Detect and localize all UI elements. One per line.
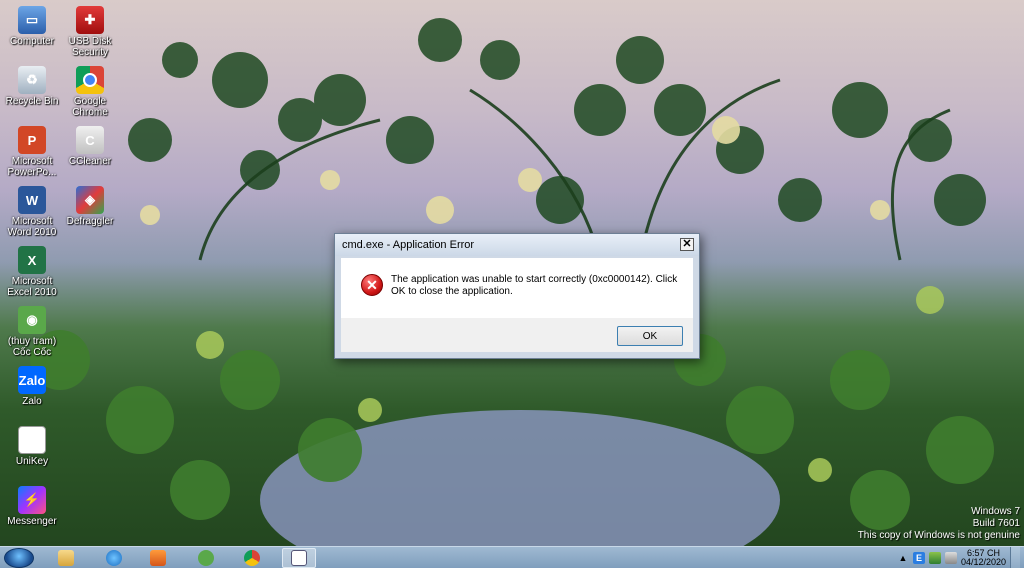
language-indicator[interactable]: E xyxy=(912,552,925,564)
desktop-icon-label: Microsoft Word 2010 xyxy=(7,216,57,238)
desktop-icon-word[interactable]: W Microsoft Word 2010 xyxy=(0,186,64,238)
media-player-icon xyxy=(150,550,166,566)
unikey-icon: U I N xyxy=(18,425,46,455)
desktop-icon-excel[interactable]: X Microsoft Excel 2010 xyxy=(0,246,64,298)
application-error-dialog: cmd.exe - Application Error ✕ ✕ The appl… xyxy=(334,233,700,359)
messenger-icon: ⚡ xyxy=(18,486,46,514)
watermark-line: Build 7601 xyxy=(972,518,1020,529)
desktop-icon-label: USB Disk Security xyxy=(68,36,112,58)
desktop-icon-defraggler[interactable]: ◈ Defraggler xyxy=(58,186,122,227)
taskbar-chrome[interactable] xyxy=(238,548,266,568)
desktop-icon-label: Microsoft PowerPo... xyxy=(7,156,57,178)
volume-icon[interactable] xyxy=(944,552,957,564)
desktop-icon-coccoc[interactable]: ◉ (thuy tram) Cốc Cốc xyxy=(0,306,64,358)
ccleaner-icon: C xyxy=(76,126,104,154)
network-icon[interactable] xyxy=(928,552,941,564)
desktop-icon-label: Computer xyxy=(10,36,54,47)
desktop-icon-label: Recycle Bin xyxy=(5,96,59,107)
close-button[interactable]: ✕ xyxy=(680,238,694,251)
desktop-icon-zalo[interactable]: Zalo Zalo xyxy=(0,366,64,407)
dialog-footer: OK xyxy=(341,318,693,352)
clock-date: 04/12/2020 xyxy=(960,557,1006,567)
desktop-icon-google-chrome[interactable]: Google Chrome xyxy=(58,66,122,118)
watermark-line: Windows 7 xyxy=(971,506,1020,517)
desktop-icon-label: UniKey xyxy=(15,456,49,467)
taskbar-coccoc[interactable] xyxy=(192,548,220,568)
usb-disk-security-icon: ✚ xyxy=(76,6,104,34)
desktop-icon-messenger[interactable]: ⚡ Messenger xyxy=(0,486,64,527)
taskbar-active-window[interactable] xyxy=(282,548,316,568)
desktop-icon-unikey[interactable]: U I N UniKey xyxy=(0,425,64,467)
defraggler-icon: ◈ xyxy=(76,186,104,214)
clock[interactable]: 6:57 CH 04/12/2020 xyxy=(961,549,1006,567)
desktop-icon-recycle-bin[interactable]: ♻ Recycle Bin xyxy=(0,66,64,107)
taskbar: ▲ E 6:57 CH 04/12/2020 xyxy=(0,546,1024,568)
desktop-icon-label: Microsoft Excel 2010 xyxy=(7,276,57,298)
tray-arrow-icon[interactable]: ▲ xyxy=(897,552,909,564)
powerpoint-icon: P xyxy=(18,126,46,154)
watermark-line: This copy of Windows is not genuine xyxy=(857,530,1020,541)
desktop-icon-powerpoint[interactable]: P Microsoft PowerPo... xyxy=(0,126,64,178)
zalo-icon: Zalo xyxy=(18,366,46,394)
coccoc-icon xyxy=(198,550,214,566)
desktop-icon-label: Defraggler xyxy=(66,216,114,227)
dialog-title: cmd.exe - Application Error xyxy=(342,239,475,251)
desktop-icon-usb-disk-security[interactable]: ✚ USB Disk Security xyxy=(58,6,122,58)
chrome-icon xyxy=(76,66,104,94)
ok-button[interactable]: OK xyxy=(617,326,683,346)
computer-icon: ▭ xyxy=(18,6,46,34)
desktop-icon-ccleaner[interactable]: C CCleaner xyxy=(58,126,122,167)
error-icon: ✕ xyxy=(361,274,383,296)
desktop-icon-label: (thuy tram) Cốc Cốc xyxy=(7,336,57,358)
dialog-titlebar[interactable]: cmd.exe - Application Error xyxy=(335,234,699,256)
coccoc-icon: ◉ xyxy=(18,306,46,334)
excel-icon: X xyxy=(18,246,46,274)
error-message: The application was unable to start corr… xyxy=(391,274,678,297)
internet-explorer-icon xyxy=(106,550,122,566)
desktop-icon-label: Messenger xyxy=(7,516,57,527)
show-desktop-button[interactable] xyxy=(1010,547,1020,568)
taskbar-media-player[interactable] xyxy=(144,548,172,568)
desktop-icon-label: CCleaner xyxy=(68,156,112,167)
start-button[interactable] xyxy=(4,548,34,568)
desktop-icon-label: Google Chrome xyxy=(72,96,108,118)
windows-genuine-watermark: Windows 7 Build 7601 This copy of Window… xyxy=(858,506,1020,542)
taskbar-file-explorer[interactable] xyxy=(52,548,80,568)
taskbar-internet-explorer[interactable] xyxy=(100,548,128,568)
dialog-body: ✕ The application was unable to start co… xyxy=(341,258,693,318)
desktop-icon-computer[interactable]: ▭ Computer xyxy=(0,6,64,47)
word-icon: W xyxy=(18,186,46,214)
file-explorer-icon xyxy=(58,550,74,566)
application-window-icon xyxy=(291,550,307,566)
recycle-bin-icon: ♻ xyxy=(18,66,46,94)
desktop-icon-label: Zalo xyxy=(22,396,42,407)
system-tray: ▲ E 6:57 CH 04/12/2020 xyxy=(897,547,1020,568)
chrome-icon xyxy=(244,550,260,566)
